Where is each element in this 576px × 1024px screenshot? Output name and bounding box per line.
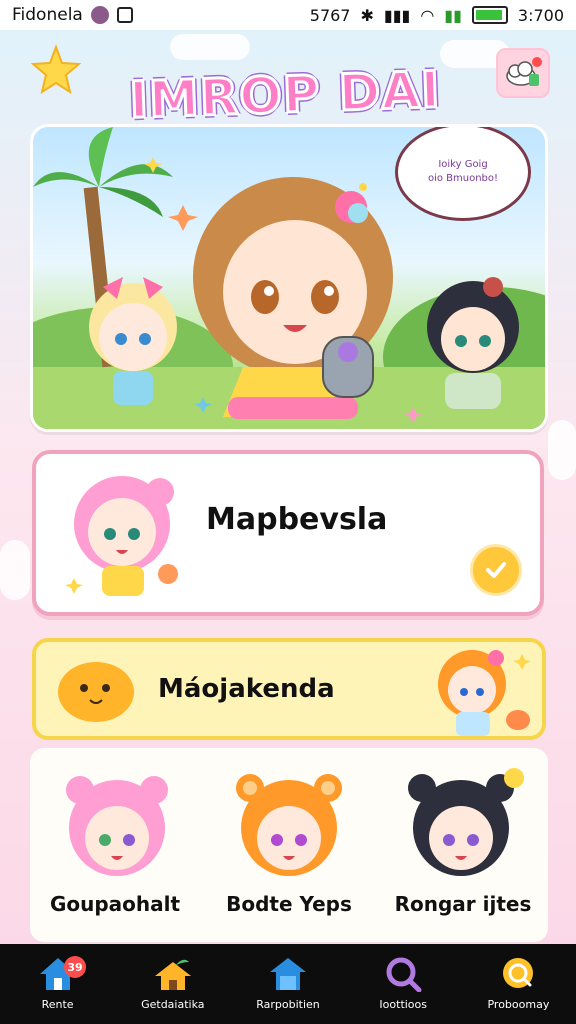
app-title: IMROP DAI	[127, 59, 443, 131]
nav-item-profile[interactable]: Proboomay	[461, 944, 576, 1024]
confirm-button[interactable]	[470, 544, 522, 596]
nav-item-map[interactable]: Rarpobitien	[230, 944, 345, 1024]
bottom-navigation: 39 Rente Getdaiatika Rarpobitien Ioottio…	[0, 944, 576, 1024]
signal-icon: ▮▮▮	[383, 5, 411, 25]
status-bar: Fidonela 5767 ✱ ▮▮▮ ◠ ▮▮ 3:700	[0, 0, 576, 30]
pink-hair-chibi	[66, 776, 168, 876]
wifi-icon: ◠	[420, 5, 435, 25]
promo-card-label: Máojakenda	[158, 674, 335, 704]
nav-label: Rarpobitien	[256, 998, 320, 1011]
nav-item-search[interactable]: Ioottioos	[346, 944, 461, 1024]
characters-panel: Goupaohalt Bodte Yeps Rongar ijtes	[30, 748, 548, 942]
background-cloud	[0, 540, 30, 600]
nav-item-home[interactable]: 39 Rente	[0, 944, 115, 1024]
nav-label: Ioottioos	[379, 998, 427, 1011]
nav-label: Proboomay	[487, 998, 550, 1011]
orange-hair-chibi	[438, 650, 531, 736]
yellow-blob-mascot	[58, 662, 134, 722]
notification-box-icon	[116, 7, 133, 23]
clock: 3:700	[517, 5, 564, 25]
app-header: IMROP DAI	[0, 36, 576, 132]
speech-bubble: Ioiky Goig oio Bmuonbo!	[395, 127, 531, 221]
status-number: 5767	[309, 5, 351, 25]
speech-bubble-line1: Ioiky Goig	[438, 159, 488, 170]
house-map-icon	[270, 958, 306, 990]
character-name: Goupaohalt	[49, 892, 181, 916]
chat-button[interactable]	[496, 48, 550, 98]
character-card[interactable]: Goupaohalt	[30, 748, 200, 942]
character-card[interactable]: Rongar ijtes	[378, 748, 548, 942]
nav-item-garden[interactable]: Getdaiatika	[115, 944, 230, 1024]
cellular-icon: ▮▮	[444, 5, 462, 25]
app-notification-icon	[90, 6, 109, 24]
orange-bear-chibi	[236, 774, 342, 876]
character-name: Bodte Yeps	[226, 892, 352, 916]
nav-label: Rente	[41, 998, 74, 1011]
battery-icon	[471, 6, 508, 24]
cloud-chat-icon	[506, 57, 542, 86]
pink-chibi-avatar	[65, 476, 178, 596]
hero-banner[interactable]: Ioiky Goig oio Bmuonbo!	[30, 124, 548, 432]
background-cloud	[548, 420, 576, 480]
house-plant-icon	[154, 959, 191, 990]
speech-bubble-line2: oio Bmuonbo!	[427, 173, 499, 184]
search-icon	[386, 957, 422, 992]
character-card[interactable]: Bodte Yeps	[204, 748, 374, 942]
feature-card-label: Mapbevsla	[206, 502, 388, 537]
black-bear-chibi	[408, 768, 524, 876]
bluetooth-icon: ✱	[360, 5, 374, 25]
character-name: Rongar ijtes	[394, 892, 532, 916]
favorites-button[interactable]	[30, 44, 82, 96]
nav-label: Getdaiatika	[141, 998, 205, 1011]
feature-card[interactable]: Mapbevsla	[32, 450, 544, 616]
promo-card[interactable]: Máojakenda	[32, 638, 546, 740]
star-icon	[30, 44, 82, 95]
search-chat-icon	[503, 958, 534, 988]
checkmark-icon	[486, 562, 506, 578]
carrier-name: Fidonela	[12, 5, 83, 25]
notification-badge: 39	[64, 956, 86, 978]
